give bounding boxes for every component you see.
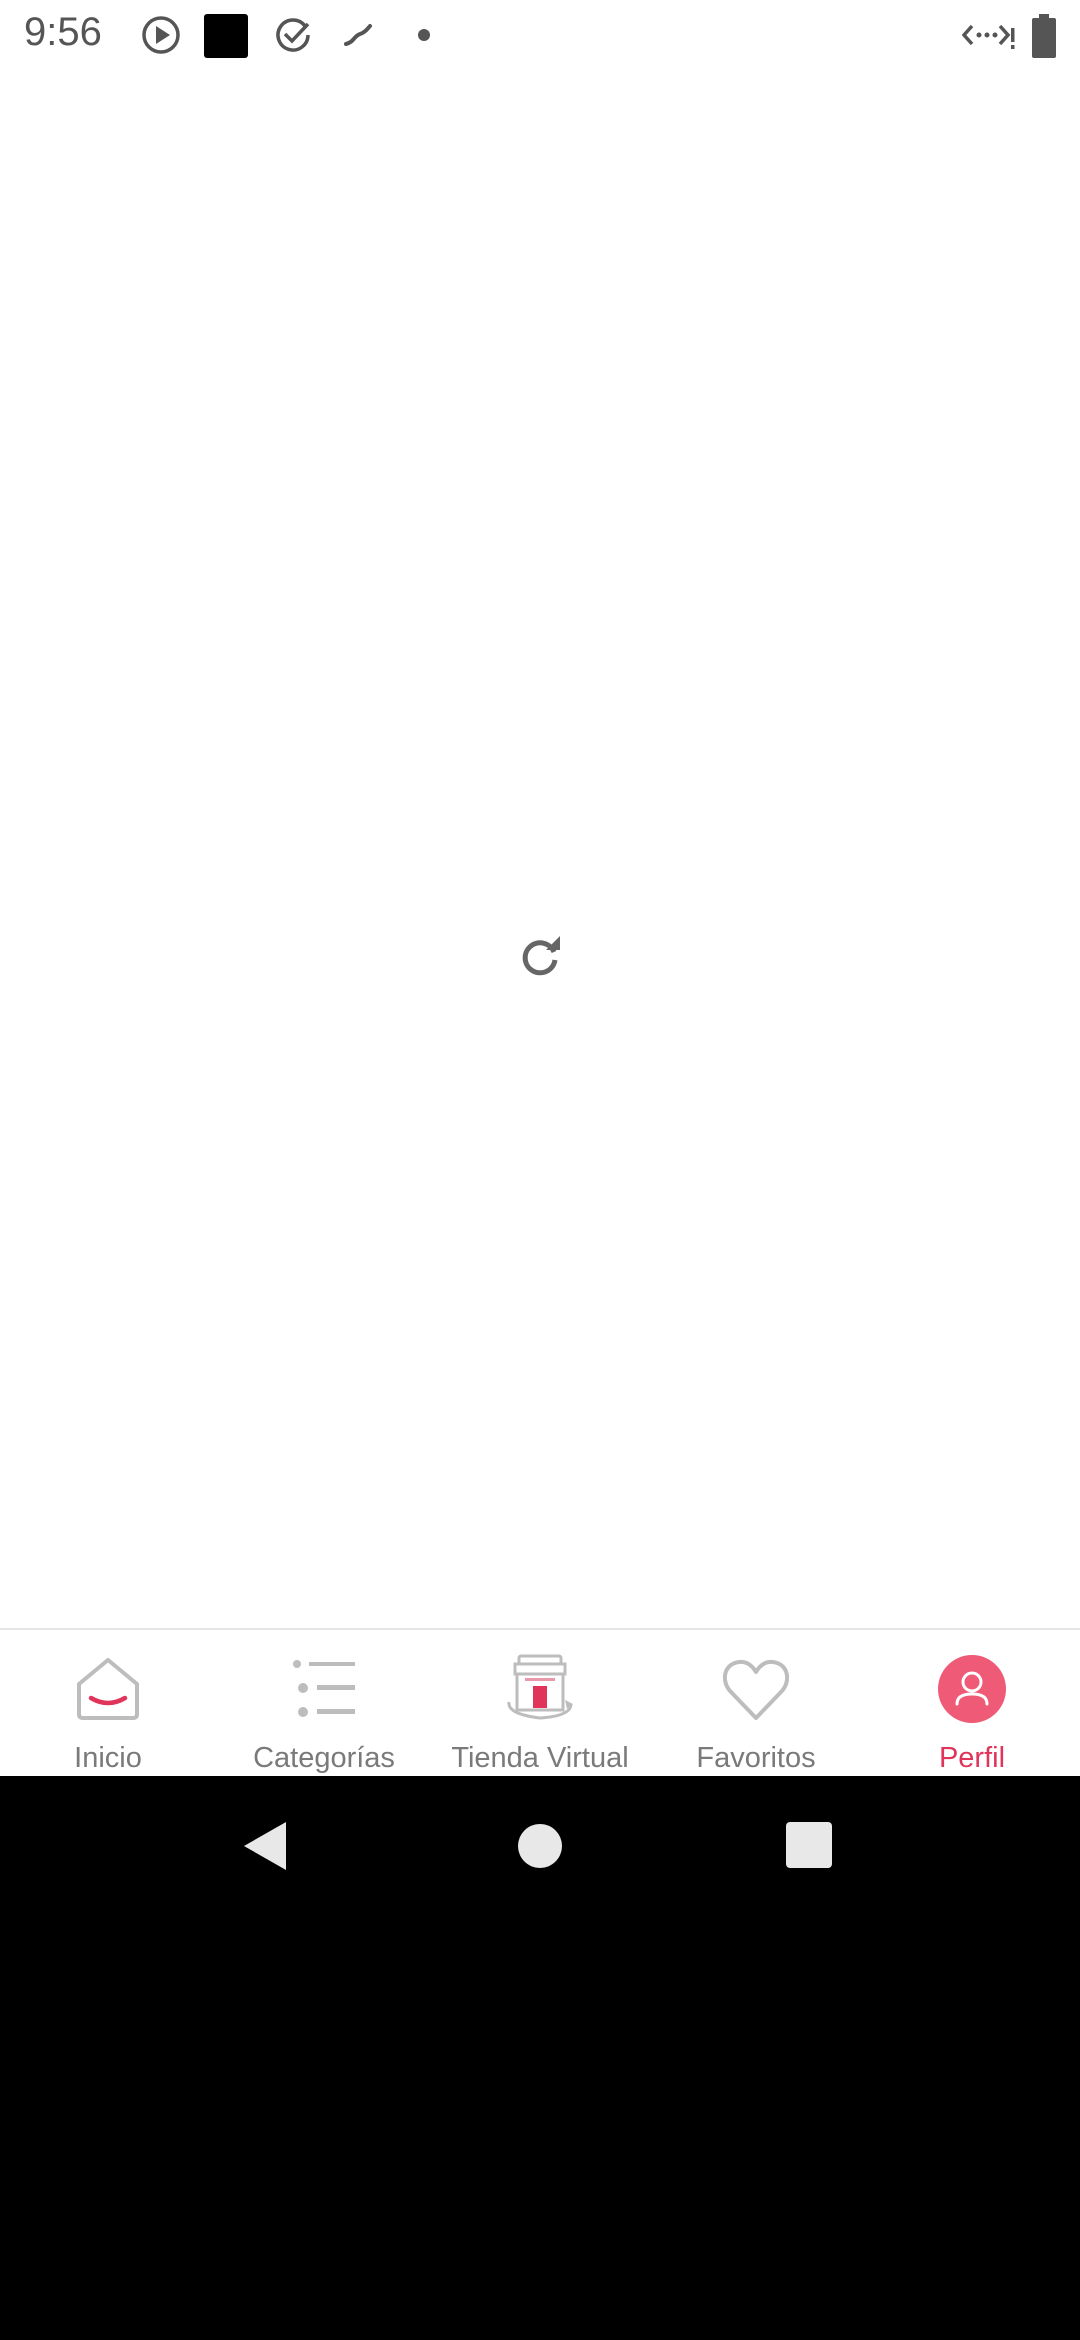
refresh-icon[interactable] (516, 932, 564, 980)
swipe-icon (344, 24, 372, 46)
status-bar: 9:56 (0, 0, 1080, 72)
battery-icon (1032, 14, 1056, 58)
nav-label-perfil: Perfil (938, 1742, 1006, 1774)
network-code-icon (962, 24, 1015, 49)
nav-item-categorias[interactable]: Categorías (216, 1630, 432, 1778)
dot-icon (418, 29, 430, 41)
home-icon (77, 1658, 139, 1720)
nav-label-tienda-virtual: Tienda Virtual (451, 1742, 629, 1774)
profile-icon (938, 1655, 1006, 1723)
nav-label-favoritos: Favoritos (696, 1742, 816, 1774)
nav-item-favoritos[interactable]: Favoritos (648, 1630, 864, 1778)
recents-icon[interactable] (786, 1822, 832, 1868)
store-icon (507, 1654, 573, 1720)
list-icon (293, 1660, 355, 1717)
app-screen: 9:56 Inicio Categorías Tienda Virtual Fa… (0, 0, 1080, 2340)
nav-item-inicio[interactable]: Inicio (0, 1630, 216, 1778)
main-content (0, 72, 1080, 1628)
nav-label-categorias: Categorías (253, 1742, 395, 1774)
black-square-icon (204, 14, 248, 58)
bottom-nav: Inicio Categorías Tienda Virtual Favorit… (0, 1628, 1080, 1776)
check-circle-icon (276, 18, 310, 52)
nav-item-tienda-virtual[interactable]: Tienda Virtual (432, 1630, 648, 1778)
nav-item-perfil[interactable]: Perfil (864, 1630, 1080, 1778)
home-circle-icon[interactable] (516, 1822, 564, 1870)
status-time: 9:56 (24, 10, 102, 54)
heart-icon (722, 1659, 790, 1720)
play-circle-icon (142, 16, 180, 54)
nav-label-inicio: Inicio (74, 1742, 142, 1774)
back-icon[interactable] (240, 1820, 290, 1872)
system-nav-bar (0, 1776, 1080, 1916)
